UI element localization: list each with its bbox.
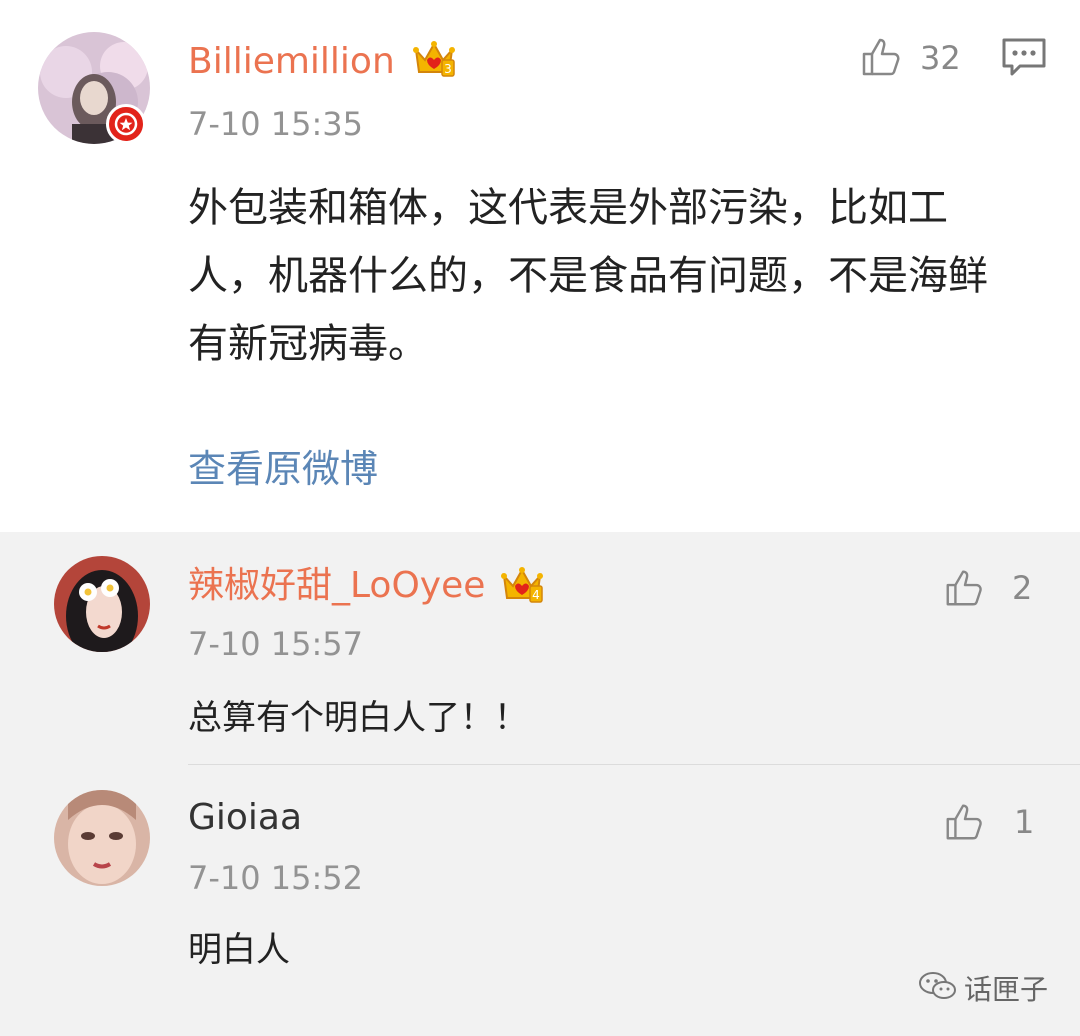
view-original-link[interactable]: 查看原微博 bbox=[188, 450, 378, 488]
comment-text: 外包装和箱体，这代表是外部污染，比如工人，机器什么的，不是食品有问题，不是海鲜有… bbox=[188, 185, 988, 367]
thumbs-up-icon[interactable] bbox=[942, 564, 988, 614]
crown-level: 4 bbox=[532, 588, 540, 602]
avatar[interactable] bbox=[54, 556, 150, 652]
verified-badge-icon bbox=[106, 104, 146, 144]
comment-icon[interactable] bbox=[1000, 36, 1048, 84]
thumbs-up-icon[interactable] bbox=[858, 32, 906, 84]
author-name[interactable]: Gioiaa bbox=[188, 800, 302, 836]
thumbs-up-icon[interactable] bbox=[942, 798, 988, 848]
author-name[interactable]: Billiemillion bbox=[188, 44, 395, 80]
like-count: 32 bbox=[920, 39, 961, 77]
watermark-text: 话匣子 bbox=[964, 973, 1049, 1006]
watermark: 话匣子 bbox=[918, 968, 1048, 1008]
timestamp: 7-10 15:35 bbox=[188, 105, 364, 143]
reply-text: 明白人 bbox=[188, 930, 290, 970]
timestamp: 7-10 15:57 bbox=[188, 625, 364, 663]
author-name[interactable]: 辣椒好甜_LoOyee bbox=[188, 568, 485, 604]
wechat-icon bbox=[918, 970, 958, 1006]
timestamp: 7-10 15:52 bbox=[188, 859, 364, 897]
crown-icon: 4 bbox=[500, 562, 544, 610]
avatar[interactable] bbox=[54, 790, 150, 886]
like-count: 2 bbox=[1012, 569, 1033, 607]
reply-divider bbox=[188, 764, 1080, 765]
crown-level: 3 bbox=[444, 62, 452, 76]
like-count: 1 bbox=[1014, 803, 1035, 841]
crown-icon: 3 bbox=[412, 36, 456, 84]
reply-text: 总算有个明白人了！！ bbox=[188, 698, 528, 738]
main-comment: Billiemillion 3 7-10 15:35 32 外包装和箱体，这代表… bbox=[0, 0, 1080, 532]
replies-section: 辣椒好甜_LoOyee 4 7-10 15:57 2 总算有个明白人了！！ Gi… bbox=[0, 532, 1080, 1036]
